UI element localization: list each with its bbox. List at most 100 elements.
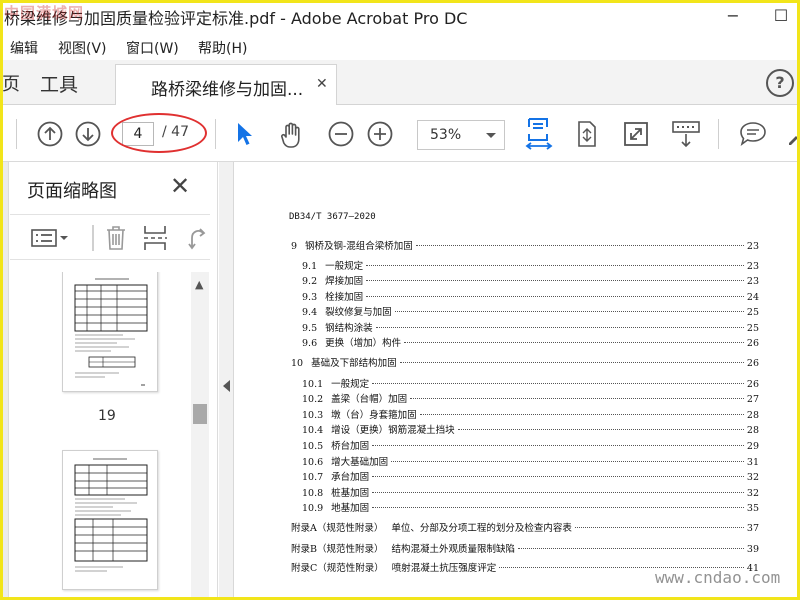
scroll-up-icon[interactable]: ▲ bbox=[195, 278, 203, 291]
toc-page: 32 bbox=[746, 472, 759, 483]
toc-entry: 9 钢桥及钢-混组合梁桥加固 23 bbox=[291, 238, 759, 252]
zoom-in-icon[interactable] bbox=[366, 120, 394, 148]
rotate-icon[interactable] bbox=[186, 225, 210, 251]
toc-number: 9 bbox=[291, 241, 298, 252]
toc-entry: 10.1 一般规定 26 bbox=[302, 376, 759, 390]
toc-number: 9.1 bbox=[302, 261, 318, 272]
toc-leader bbox=[419, 414, 744, 415]
toc-leader bbox=[391, 461, 744, 462]
toc-entry: 10.3 墩（台）身套箍加固 28 bbox=[302, 407, 759, 421]
tab-close-icon[interactable]: ✕ bbox=[316, 76, 328, 92]
toc-page: 27 bbox=[746, 394, 759, 405]
toc-title: 承台加固 bbox=[331, 472, 370, 483]
toc-leader bbox=[457, 429, 744, 430]
toc-number: 10.1 bbox=[302, 379, 324, 390]
toc-entry: 10.9 地基加固 35 bbox=[302, 500, 759, 514]
thumbnail-options-icon[interactable] bbox=[30, 227, 70, 249]
toc-entry: 9.3 栓接加固 24 bbox=[302, 289, 759, 303]
chevron-down-icon bbox=[486, 133, 496, 138]
page-total: / 47 bbox=[162, 124, 189, 140]
toc-page: 26 bbox=[746, 358, 759, 369]
more-tools-partial-icon[interactable] bbox=[787, 131, 800, 145]
tab-tools[interactable]: 工具 bbox=[40, 70, 78, 97]
toc-page: 32 bbox=[746, 488, 759, 499]
toc-leader bbox=[372, 507, 744, 508]
toc-entry: 10.6 增大基础加固 31 bbox=[302, 454, 759, 468]
minimize-button[interactable]: − bbox=[718, 4, 748, 28]
toc-leader bbox=[372, 492, 744, 493]
toc-page: 23 bbox=[746, 276, 759, 287]
menu-help[interactable]: 帮助(H) bbox=[198, 38, 247, 58]
tab-document[interactable]: 路桥梁维修与加固... ✕ bbox=[115, 64, 337, 106]
maximize-button[interactable]: ☐ bbox=[766, 4, 796, 28]
toc-title: 更换（增加）构件 bbox=[325, 338, 402, 349]
toc-leader bbox=[410, 398, 744, 399]
site-watermark-top: 中国满城网 bbox=[4, 4, 85, 22]
thumbnail-scrollbar[interactable]: ▲ bbox=[191, 272, 209, 600]
menu-edit[interactable]: 编辑 bbox=[10, 38, 38, 58]
page-thumbnail[interactable] bbox=[62, 272, 158, 392]
toc-number: 10.9 bbox=[302, 503, 324, 514]
toc-number: 10.5 bbox=[302, 441, 324, 452]
toc-page: 25 bbox=[746, 307, 759, 318]
toc-entry: 10.8 桩基加固 32 bbox=[302, 485, 759, 499]
toc-number: 10.2 bbox=[302, 394, 324, 405]
thumbnail-toolbar bbox=[10, 214, 210, 260]
toc-title: 焊接加固 bbox=[325, 276, 364, 287]
toc-number: 10.4 bbox=[302, 425, 324, 436]
toc-entry: 10.5 桥台加固 29 bbox=[302, 438, 759, 452]
toc-page: 35 bbox=[746, 503, 759, 514]
toc-page: 25 bbox=[746, 323, 759, 334]
toc-title: 裂纹修复与加固 bbox=[325, 307, 392, 318]
toc-page: 23 bbox=[746, 241, 759, 252]
document-page: DB34/T 3677—2020 9 钢桥及钢-混组合梁桥加固 23 9.1 一般规定 2… bbox=[235, 162, 800, 600]
zoom-select[interactable]: 53% bbox=[417, 120, 505, 150]
page-number-input[interactable]: 4 bbox=[122, 122, 154, 146]
toc-leader bbox=[574, 527, 744, 528]
toc-title: 增设（更换）钢筋混凝土挡块 bbox=[331, 425, 455, 436]
scroll-mode-icon[interactable] bbox=[670, 119, 702, 149]
insert-page-icon[interactable] bbox=[142, 224, 168, 252]
comment-icon[interactable] bbox=[737, 119, 769, 149]
scrollbar-thumb[interactable] bbox=[193, 404, 207, 424]
toc-entry: 10 基础及下部结构加固 26 bbox=[291, 355, 759, 369]
toc-entry: 附录B（规范性附录） 结构混凝土外观质量限制缺陷 39 bbox=[291, 541, 759, 555]
tab-home-partial[interactable]: 页 bbox=[2, 70, 20, 96]
toc-number: 10.7 bbox=[302, 472, 324, 483]
menu-view[interactable]: 视图(V) bbox=[58, 38, 107, 58]
arrow-up-icon[interactable] bbox=[36, 120, 64, 148]
toolbar: 4 / 47 53% bbox=[0, 105, 800, 162]
toc-entry: 9.4 裂纹修复与加固 25 bbox=[302, 304, 759, 318]
select-cursor-icon[interactable] bbox=[232, 119, 258, 149]
collapse-arrow-icon bbox=[223, 380, 230, 392]
toolbar-divider bbox=[718, 119, 719, 149]
title-bar: 桥梁维修与加固质量检验评定标准.pdf - Adobe Acrobat Pro … bbox=[0, 0, 800, 34]
toc-number: 10.3 bbox=[302, 410, 324, 421]
menu-bar: 编辑 视图(V) 窗口(W) 帮助(H) bbox=[0, 34, 800, 60]
help-icon[interactable]: ? bbox=[766, 69, 794, 97]
hand-icon[interactable] bbox=[276, 119, 308, 151]
toc-entry: 9.6 更换（增加）构件 26 bbox=[302, 335, 759, 349]
page-thumbnail[interactable] bbox=[62, 450, 158, 590]
rotate-page-icon[interactable] bbox=[573, 118, 601, 150]
toc-entry: 10.7 承台加固 32 bbox=[302, 469, 759, 483]
zoom-out-icon[interactable] bbox=[327, 120, 355, 148]
toc-entry: 10.4 增设（更换）钢筋混凝土挡块 28 bbox=[302, 422, 759, 436]
toc-number: 9.4 bbox=[302, 307, 318, 318]
close-icon[interactable]: ✕ bbox=[170, 174, 190, 198]
delete-icon[interactable] bbox=[104, 224, 128, 252]
menu-window[interactable]: 窗口(W) bbox=[126, 38, 179, 58]
arrow-down-icon[interactable] bbox=[74, 120, 102, 148]
toc-leader bbox=[366, 296, 744, 297]
toc-number: 10 bbox=[291, 358, 304, 369]
toc-title: 结构混凝土外观质量限制缺陷 bbox=[391, 544, 515, 555]
toolbar-divider bbox=[215, 119, 216, 149]
fullscreen-icon[interactable] bbox=[622, 119, 650, 149]
fit-page-icon[interactable] bbox=[524, 115, 554, 153]
toc-title: 钢结构涂装 bbox=[325, 323, 373, 334]
toolbar-divider bbox=[92, 225, 94, 251]
toc-page: 31 bbox=[746, 457, 759, 468]
panel-collapse-handle[interactable] bbox=[219, 162, 234, 600]
toc-leader bbox=[399, 362, 744, 363]
toc-leader bbox=[366, 265, 744, 266]
